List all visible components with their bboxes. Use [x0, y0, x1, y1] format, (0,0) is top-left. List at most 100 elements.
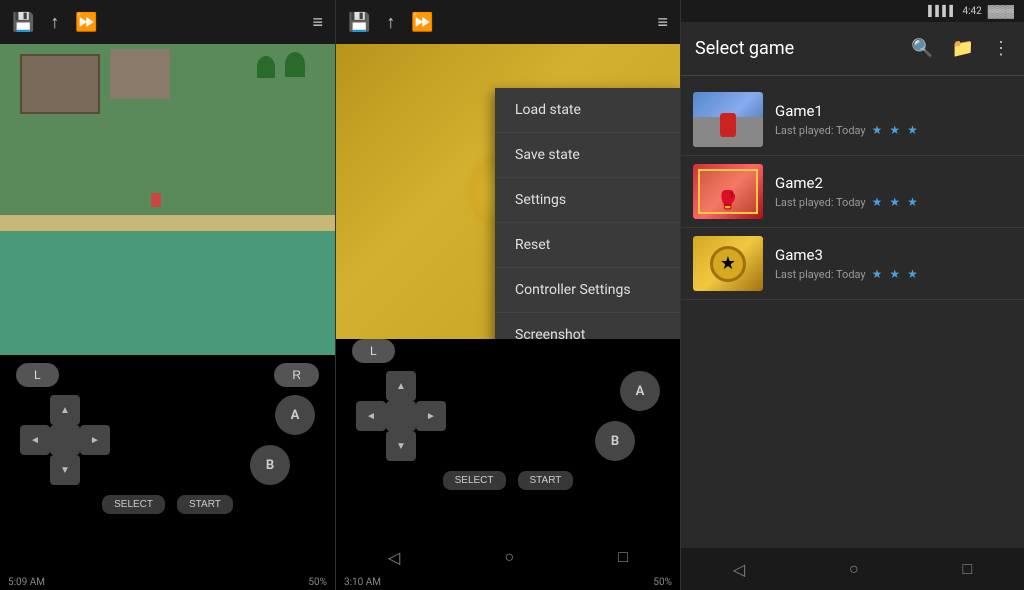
dpad-center — [50, 425, 80, 455]
r-button[interactable]: R — [274, 363, 319, 387]
start-button-p2[interactable]: START — [518, 471, 574, 490]
menu-save-state[interactable]: Save state — [495, 133, 680, 178]
game-screen-panel1 — [0, 44, 335, 355]
select-start-panel1: SELECT START — [0, 495, 335, 514]
l-button[interactable]: L — [16, 363, 59, 387]
l-button-p2[interactable]: L — [352, 339, 395, 363]
water-area — [0, 231, 335, 355]
menu-load-state[interactable]: Load state — [495, 88, 680, 133]
game-info-2: Game2 Last played: Today ★ ★ ★ — [775, 174, 1012, 209]
game-item-1[interactable]: Game1 Last played: Today ★ ★ ★ — [681, 84, 1024, 156]
dpad-up[interactable]: ▲ — [50, 395, 80, 425]
b-button[interactable]: B — [250, 445, 290, 485]
dpad-p2: ▲ ▼ ◄ ► — [356, 371, 446, 461]
nav-bar-panel3: ◁ ○ □ — [681, 548, 1024, 590]
game-stars-2: ★ ★ ★ — [872, 195, 920, 209]
toolbar-panel2: 💾 ↑ ⏩ ≡ — [336, 0, 680, 44]
game-last-played-2: Last played: Today — [775, 196, 866, 209]
menu-screenshot[interactable]: Screenshot — [495, 313, 680, 339]
fast-forward2-icon[interactable]: ⏩ — [411, 12, 433, 33]
status-bar-panel1: 5:09 AM 50% — [0, 575, 335, 590]
toolbar-panel1: 💾 ↑ ⏩ ≡ — [0, 0, 335, 44]
car-sprite — [720, 113, 736, 137]
dpad: ▲ ▼ ◄ ► — [20, 395, 110, 485]
game-scene — [0, 44, 335, 355]
tree1 — [285, 52, 305, 77]
game-thumbnail-3: ★ — [693, 236, 763, 291]
coin-sprite: ★ — [710, 246, 746, 282]
menu-reset[interactable]: Reset — [495, 223, 680, 268]
game-name-1: Game1 — [775, 102, 1012, 120]
menu-settings[interactable]: Settings — [495, 178, 680, 223]
game-last-played-3: Last played: Today — [775, 268, 866, 281]
a-button[interactable]: A — [275, 395, 315, 435]
back-nav-icon[interactable]: ◁ — [388, 548, 400, 567]
boxing-icon: 🥊 — [717, 190, 739, 211]
menu2-icon[interactable]: ≡ — [657, 12, 668, 33]
upload2-icon[interactable]: ↑ — [386, 12, 395, 33]
header-action-icons: 🔍 📁 ⋮ — [911, 38, 1010, 59]
dpad-left[interactable]: ◄ — [20, 425, 50, 455]
more-options-icon[interactable]: ⋮ — [992, 38, 1010, 59]
dpad-area-p2: ▲ ▼ ◄ ► A B — [336, 371, 680, 461]
game-last-played-1: Last played: Today — [775, 124, 866, 137]
header-title: Select game — [695, 38, 911, 59]
dpad-center-p2 — [386, 401, 416, 431]
save2-icon[interactable]: 💾 — [348, 12, 370, 33]
select-button-p2[interactable]: SELECT — [443, 471, 506, 490]
folder-icon[interactable]: 📁 — [952, 38, 974, 59]
building1 — [20, 54, 100, 114]
toolbar2-left-icons: 💾 ↑ ⏩ — [348, 12, 434, 33]
panel-menu-open: 💾 ↑ ⏩ ≡ Load state Save state Settings R… — [335, 0, 680, 590]
home-nav-icon[interactable]: ○ — [504, 547, 514, 567]
dpad-right-p2[interactable]: ► — [416, 401, 446, 431]
dpad-right[interactable]: ► — [80, 425, 110, 455]
game-stars-3: ★ ★ ★ — [872, 267, 920, 281]
select-game-header: Select game 🔍 📁 ⋮ — [681, 22, 1024, 76]
search-icon[interactable]: 🔍 — [911, 38, 933, 59]
start-button[interactable]: START — [177, 495, 233, 514]
game-list: Game1 Last played: Today ★ ★ ★ 🥊 Game2 L… — [681, 76, 1024, 320]
select-button[interactable]: SELECT — [102, 495, 165, 514]
signal-text: ▌▌▌▌ — [928, 6, 956, 17]
save-icon[interactable]: 💾 — [12, 12, 34, 33]
empty-space — [681, 320, 1024, 548]
time-top: 4:42 — [962, 6, 981, 17]
menu-icon[interactable]: ≡ — [312, 12, 323, 33]
game-info-1: Game1 Last played: Today ★ ★ ★ — [775, 102, 1012, 137]
panel-select-game: ▌▌▌▌ 4:42 ▓▓▓ Select game 🔍 📁 ⋮ Game1 La… — [680, 0, 1024, 590]
nav-bar-panel2: ◁ ○ □ — [336, 539, 680, 575]
game-item-3[interactable]: ★ Game3 Last played: Today ★ ★ ★ — [681, 228, 1024, 300]
a-button-p2[interactable]: A — [620, 371, 660, 411]
game-meta-1: Last played: Today ★ ★ ★ — [775, 123, 1012, 137]
game-thumbnail-2: 🥊 — [693, 164, 763, 219]
recents-nav-icon-p3[interactable]: □ — [962, 559, 972, 579]
home-nav-icon-p3[interactable]: ○ — [849, 559, 859, 579]
game-meta-3: Last played: Today ★ ★ ★ — [775, 267, 1012, 281]
dpad-down-p2[interactable]: ▼ — [386, 431, 416, 461]
upload-icon[interactable]: ↑ — [50, 12, 59, 33]
dpad-left-p2[interactable]: ◄ — [356, 401, 386, 431]
toolbar-left-icons: 💾 ↑ ⏩ — [12, 12, 98, 33]
back-nav-icon-p3[interactable]: ◁ — [733, 560, 745, 579]
game-thumbnail-1 — [693, 92, 763, 147]
character — [151, 193, 161, 207]
battery-icon: ▓▓▓ — [988, 4, 1014, 18]
select-start-panel2: SELECT START — [336, 471, 680, 490]
recents-nav-icon[interactable]: □ — [618, 547, 628, 567]
fast-forward-icon[interactable]: ⏩ — [75, 12, 97, 33]
game-item-2[interactable]: 🥊 Game2 Last played: Today ★ ★ ★ — [681, 156, 1024, 228]
lr-buttons-p2: L — [336, 339, 680, 363]
controller-panel2: L ▲ ▼ ◄ ► A B SELECT START — [336, 339, 680, 539]
time-label-p2: 3:10 AM — [344, 577, 381, 588]
time-label: 5:09 AM — [8, 577, 45, 588]
tree2 — [257, 56, 275, 78]
ab-buttons: A B — [225, 395, 315, 485]
menu-controller-settings[interactable]: Controller Settings — [495, 268, 680, 313]
controller-panel1: L R ▲ ▼ ◄ ► A B SELECT START — [0, 355, 335, 575]
dpad-down[interactable]: ▼ — [50, 455, 80, 485]
game-screen-panel2: Load state Save state Settings Reset Con… — [336, 44, 680, 339]
dpad-area: ▲ ▼ ◄ ► A B — [0, 395, 335, 485]
dpad-up-p2[interactable]: ▲ — [386, 371, 416, 401]
b-button-p2[interactable]: B — [595, 421, 635, 461]
